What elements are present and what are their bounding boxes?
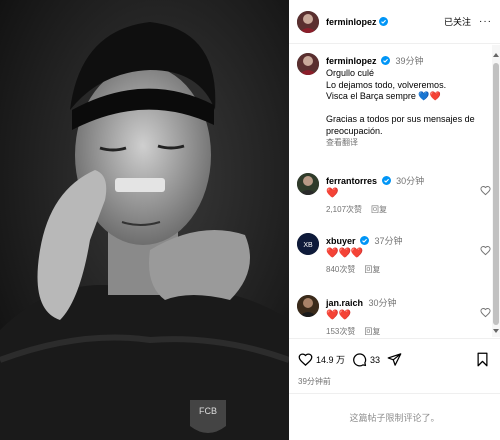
- post-image: FCB: [0, 0, 289, 440]
- reply-button[interactable]: 回复: [364, 265, 380, 274]
- share-icon[interactable]: [387, 352, 402, 367]
- post-header: ferminlopez 已关注 ···: [289, 0, 500, 44]
- caption-time: 39分钟: [395, 56, 424, 66]
- translate-link[interactable]: 查看翻译: [326, 137, 484, 148]
- verified-badge-icon: [381, 176, 391, 185]
- post-photo[interactable]: FCB: [0, 0, 289, 440]
- caption-line: [326, 103, 484, 115]
- reply-button[interactable]: 回复: [364, 327, 380, 336]
- caption-line: Gracias a todos por sus mensajes de preo…: [326, 114, 478, 136]
- comment-time: 30分钟: [368, 298, 397, 308]
- post-timestamp: 39分钟前: [298, 377, 331, 386]
- comment-text: ❤️: [326, 188, 339, 199]
- author-username[interactable]: ferminlopez: [326, 17, 377, 27]
- svg-text:XB: XB: [303, 242, 313, 249]
- more-icon[interactable]: ···: [479, 16, 492, 27]
- comment-likes[interactable]: 153次赞: [326, 327, 355, 336]
- scroll-thumb[interactable]: [493, 63, 499, 325]
- scroll-down-arrow-icon[interactable]: [493, 329, 499, 333]
- verified-badge-icon: [360, 236, 370, 245]
- caption-line: Visca el Barça sempre 💙❤️: [326, 91, 441, 101]
- commenter-avatar[interactable]: XB: [297, 233, 319, 255]
- commenter-avatar[interactable]: [297, 295, 319, 317]
- comment-username[interactable]: ferrantorres: [326, 176, 377, 186]
- verified-badge-icon: [378, 17, 388, 26]
- comment-likes[interactable]: 840次赞: [326, 265, 355, 274]
- post-panel: ferminlopez 已关注 ··· ferminlopez 39分钟 Org…: [289, 0, 500, 440]
- comments-count[interactable]: 33: [370, 355, 380, 365]
- likes-count[interactable]: 14.9 万: [316, 353, 345, 366]
- caption-line: Orgullo culé: [326, 68, 375, 78]
- caption-text: Orgullo culé Lo dejamos todo, volveremos…: [326, 68, 484, 137]
- comments-scrollbar[interactable]: [492, 45, 500, 337]
- comment-text: ❤️❤️: [326, 310, 351, 321]
- comment-icon[interactable]: [352, 352, 367, 367]
- caption-username[interactable]: ferminlopez: [326, 56, 377, 66]
- comments-restricted-notice: 这篇帖子限制评论了。: [289, 393, 500, 440]
- caption-line: Lo dejamos todo, volveremos.: [326, 79, 447, 90]
- comment-likes[interactable]: 2,107次赞: [326, 205, 362, 214]
- verified-badge-icon: [381, 56, 391, 65]
- heart-icon[interactable]: [298, 352, 313, 367]
- heart-icon[interactable]: [480, 185, 491, 196]
- crest-label: FCB: [199, 406, 217, 416]
- post-actions: 14.9 万 33 39分钟前: [289, 338, 500, 392]
- reply-button[interactable]: 回复: [371, 205, 387, 214]
- comment-text: ❤️❤️❤️: [326, 248, 364, 259]
- commenter-avatar[interactable]: [297, 173, 319, 195]
- bookmark-icon[interactable]: [476, 352, 489, 367]
- follow-status-button[interactable]: 已关注: [444, 15, 471, 28]
- heart-icon[interactable]: [480, 245, 491, 256]
- heart-icon[interactable]: [480, 307, 491, 318]
- scroll-up-arrow-icon[interactable]: [493, 53, 499, 57]
- comment-time: 30分钟: [396, 176, 425, 186]
- author-avatar[interactable]: [297, 10, 319, 33]
- comment-username[interactable]: xbuyer: [326, 236, 356, 246]
- comments-list: ferminlopez 39分钟 Orgullo culé Lo dejamos…: [289, 45, 493, 337]
- comment-time: 37分钟: [374, 236, 403, 246]
- comment-username[interactable]: jan.raich: [326, 298, 363, 308]
- author-avatar[interactable]: [297, 53, 319, 75]
